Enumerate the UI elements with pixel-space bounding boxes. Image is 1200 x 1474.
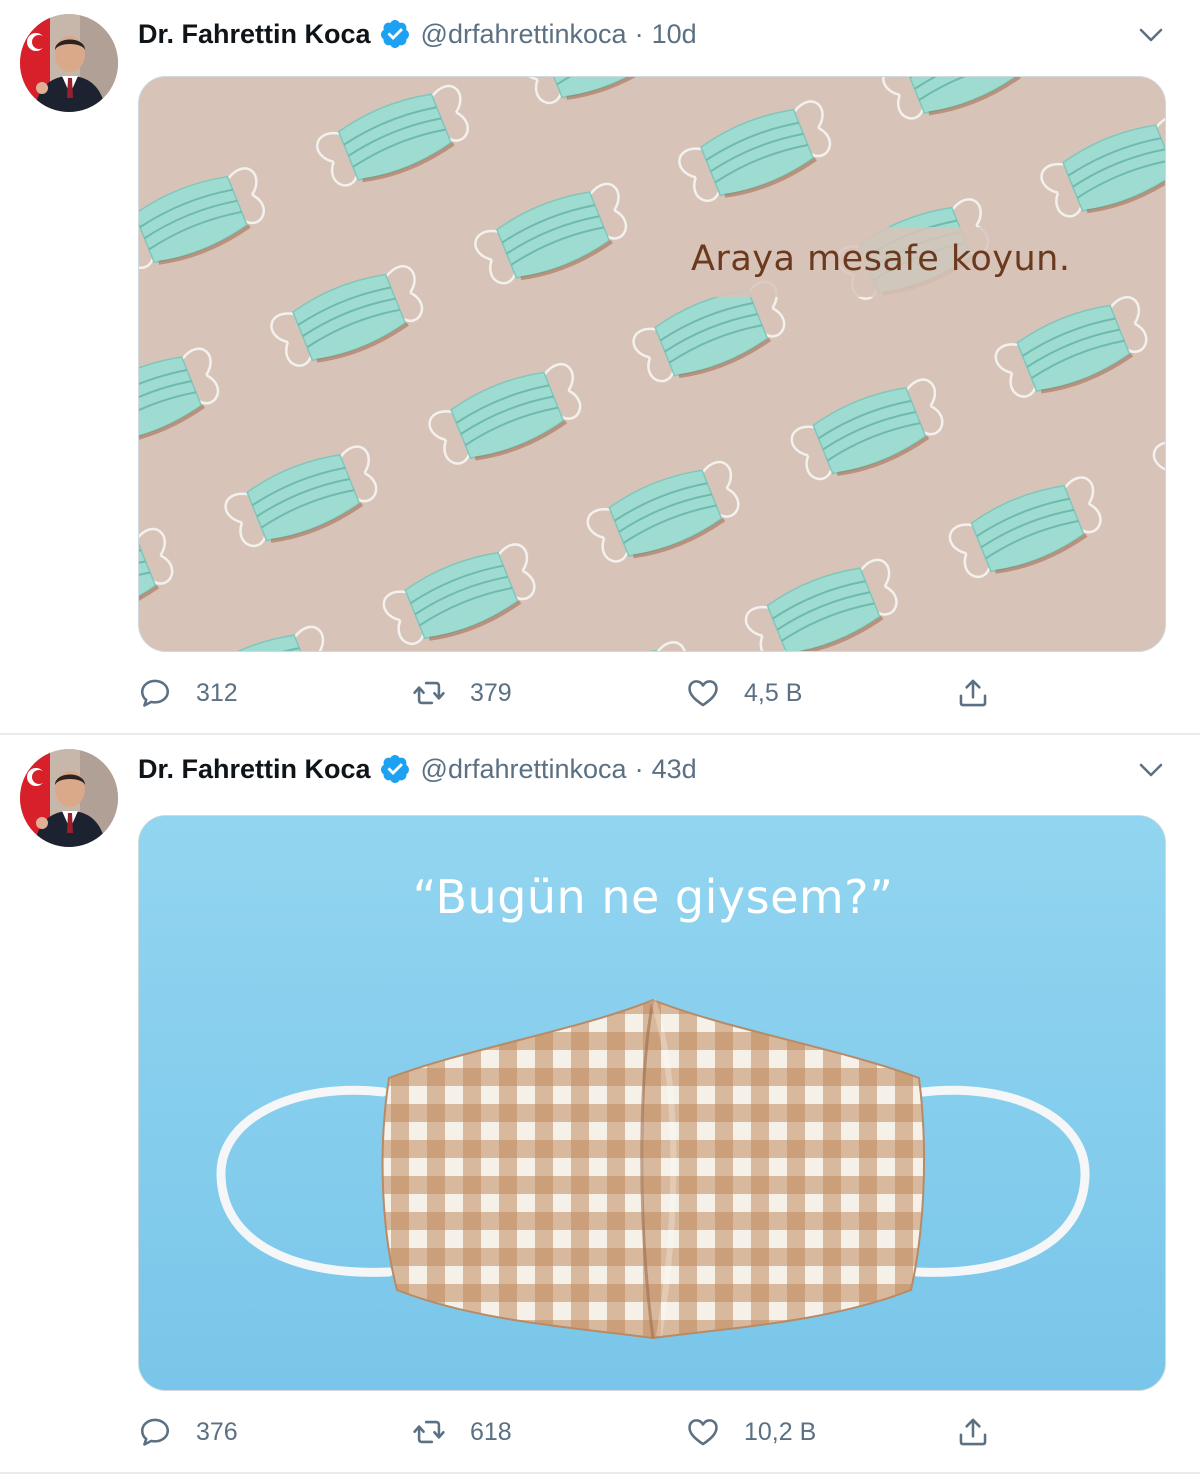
like-button[interactable]: 4,5 B — [686, 673, 802, 713]
tweet-image[interactable]: “Bugün ne giysem?” — [138, 815, 1166, 1391]
reply-icon — [138, 1415, 172, 1449]
author-name[interactable]: Dr. Fahrettin Koca — [138, 19, 371, 50]
chevron-down-icon[interactable] — [1136, 755, 1166, 785]
like-button[interactable]: 10,2 B — [686, 1412, 816, 1452]
author-handle[interactable]: @drfahrettinkoca — [421, 19, 627, 50]
reply-count: 376 — [196, 1417, 238, 1446]
share-icon — [956, 676, 990, 710]
heart-icon — [686, 1415, 720, 1449]
like-count: 4,5 B — [744, 678, 803, 707]
heart-icon — [686, 676, 720, 710]
author-name[interactable]: Dr. Fahrettin Koca — [138, 754, 371, 785]
share-button[interactable] — [956, 673, 990, 713]
timestamp[interactable]: 10d — [652, 19, 697, 50]
tweet-header: Dr. Fahrettin Koca @drfahrettinkoca · 10… — [138, 16, 697, 52]
tweet-header: Dr. Fahrettin Koca @drfahrettinkoca · 43… — [138, 751, 697, 787]
timestamp[interactable]: 43d — [652, 754, 697, 785]
reply-button[interactable]: 312 — [138, 673, 238, 713]
separator-dot: · — [634, 753, 644, 784]
retweet-count: 379 — [470, 678, 512, 707]
tweet-actions: 312 379 4,5 B — [138, 673, 1008, 713]
chevron-down-icon[interactable] — [1136, 20, 1166, 50]
image-caption: Araya mesafe koyun. — [691, 239, 1071, 279]
image-caption: “Bugün ne giysem?” — [412, 870, 894, 924]
retweet-button[interactable]: 618 — [412, 1412, 512, 1452]
verified-badge-icon — [379, 753, 411, 785]
separator-dot: · — [634, 18, 644, 49]
reply-icon — [138, 676, 172, 710]
tweet-actions: 376 618 10,2 B — [138, 1412, 1008, 1452]
avatar[interactable] — [20, 749, 118, 847]
tweet[interactable]: Dr. Fahrettin Koca @drfahrettinkoca · 43… — [0, 735, 1200, 1474]
tweet-image[interactable]: Araya mesafe koyun. — [138, 76, 1166, 652]
tweet[interactable]: Dr. Fahrettin Koca @drfahrettinkoca · 10… — [0, 0, 1200, 735]
author-handle[interactable]: @drfahrettinkoca — [421, 754, 627, 785]
avatar[interactable] — [20, 14, 118, 112]
share-button[interactable] — [956, 1412, 990, 1452]
reply-button[interactable]: 376 — [138, 1412, 238, 1452]
retweet-icon — [412, 676, 446, 710]
retweet-button[interactable]: 379 — [412, 673, 512, 713]
retweet-count: 618 — [470, 1417, 512, 1446]
like-count: 10,2 B — [744, 1417, 817, 1446]
mask-pattern-illustration — [139, 77, 1165, 651]
verified-badge-icon — [379, 18, 411, 50]
share-icon — [956, 1415, 990, 1449]
reply-count: 312 — [196, 678, 238, 707]
retweet-icon — [412, 1415, 446, 1449]
